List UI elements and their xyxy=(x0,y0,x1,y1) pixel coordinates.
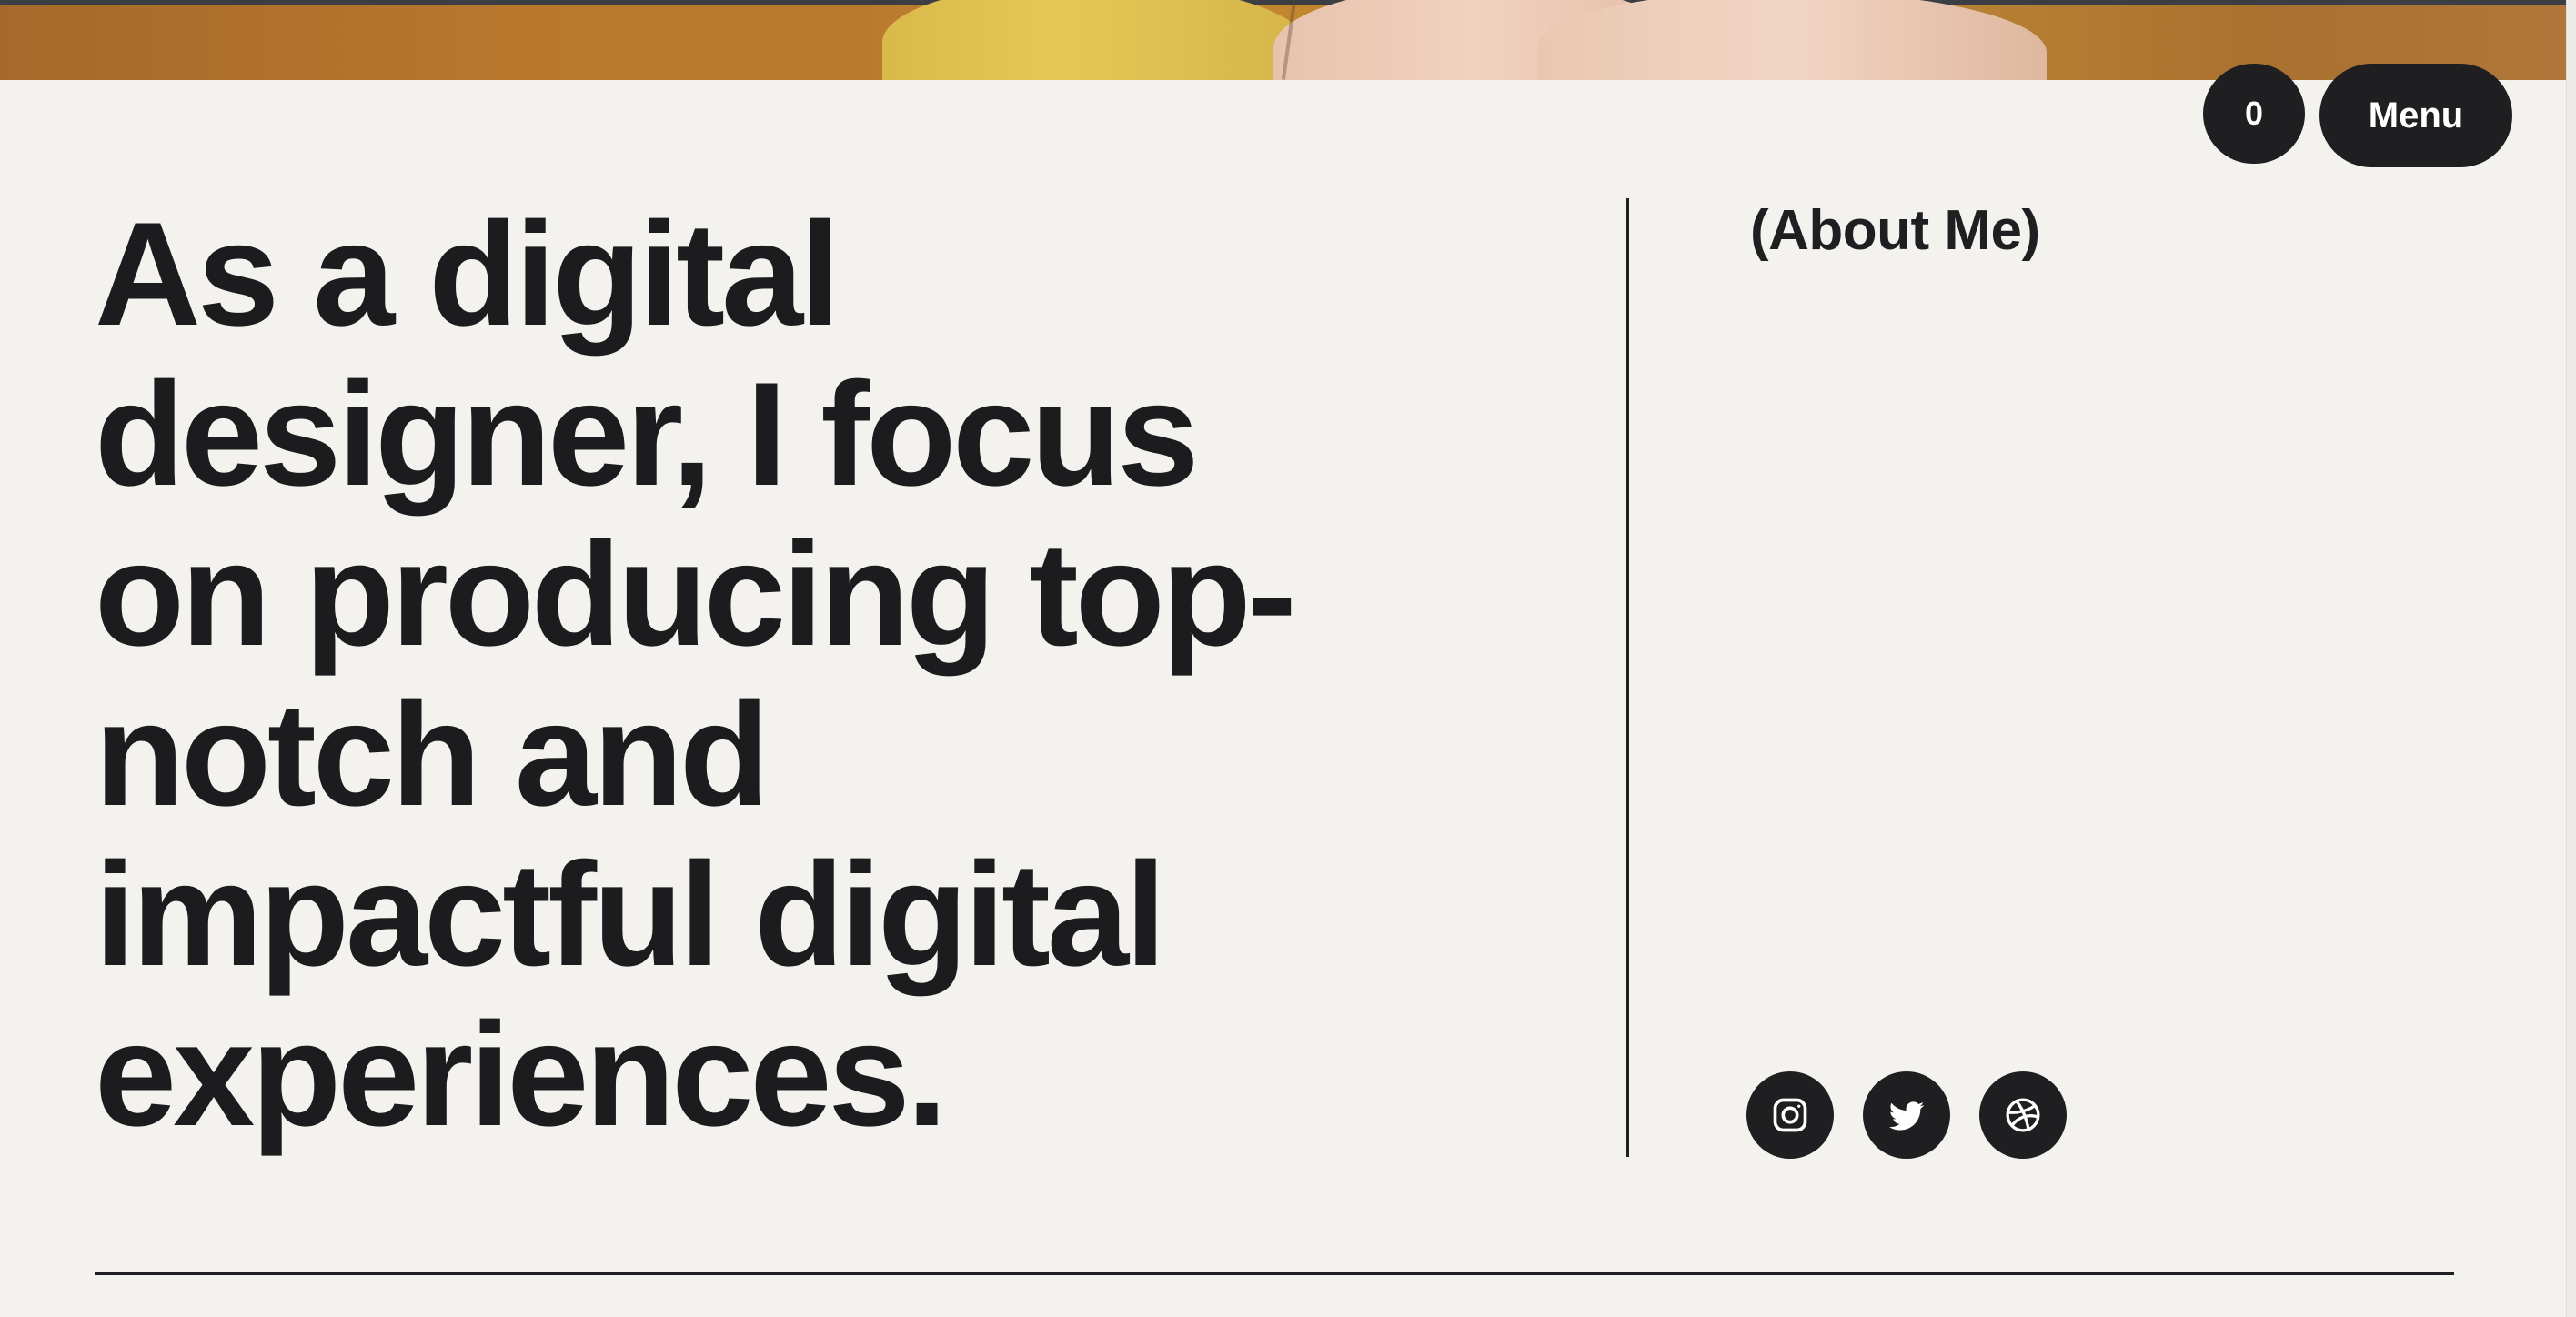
headline-line: designer, I focus xyxy=(95,352,1199,517)
instagram-link[interactable] xyxy=(1746,1071,1834,1159)
headline-line: notch and xyxy=(95,672,770,837)
cart-count-label: 0 xyxy=(2244,95,2264,132)
horizontal-divider xyxy=(95,1272,2454,1275)
cart-count-button[interactable]: 0 xyxy=(2203,64,2305,164)
headline-line: experiences. xyxy=(95,992,948,1157)
instagram-icon xyxy=(1773,1098,1807,1132)
twitter-icon xyxy=(1888,1101,1925,1131)
dribbble-link[interactable] xyxy=(1979,1071,2067,1159)
photo-arm-region xyxy=(1537,0,2047,80)
browser-top-edge xyxy=(0,0,2576,5)
menu-label: Menu xyxy=(2368,95,2464,136)
headline-line: impactful digital xyxy=(95,832,1166,997)
menu-button[interactable]: Menu xyxy=(2319,64,2512,167)
twitter-link[interactable] xyxy=(1863,1071,1950,1159)
scrollbar-track[interactable] xyxy=(2566,0,2576,1317)
about-me-label: (About Me) xyxy=(1750,199,2040,262)
hero-photo-strip xyxy=(0,0,2576,80)
hero-headline: As a digital designer, I focus on produc… xyxy=(95,195,1568,1155)
headline-line: on producing top- xyxy=(95,512,1297,677)
dribbble-icon xyxy=(2006,1098,2040,1132)
headline-line: As a digital xyxy=(95,192,840,357)
photo-shirt-region xyxy=(882,0,1310,80)
vertical-divider xyxy=(1626,198,1629,1157)
